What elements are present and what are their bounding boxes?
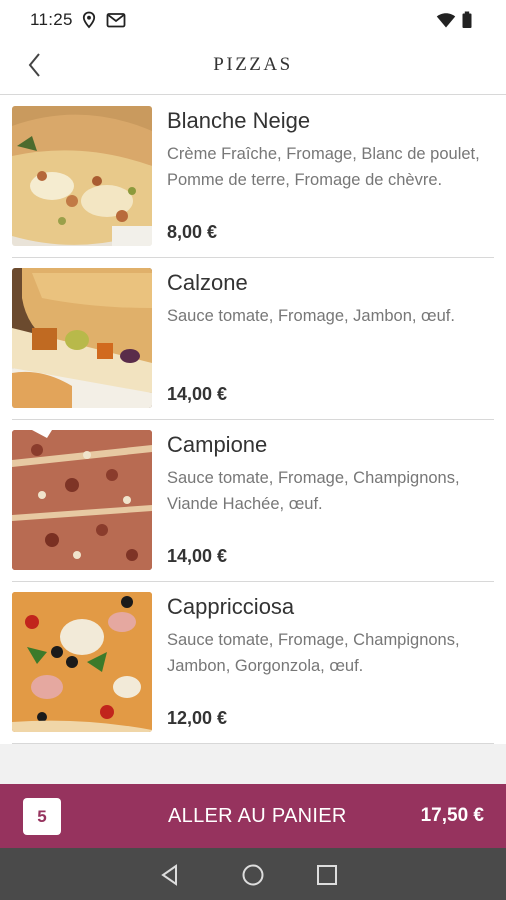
product-image-calzone [12,268,152,408]
product-image-campione [12,430,152,570]
list-item-campione[interactable]: Campione Sauce tomate, Fromage, Champign… [12,420,494,582]
product-name: Cappricciosa [167,594,295,619]
product-name: Campione [167,432,268,457]
product-description: Sauce tomate, Fromage, Champignons, Jamb… [167,631,460,675]
product-description: Sauce tomate, Fromage, Jambon, œuf. [167,307,455,325]
product-price: 12,00 € [167,708,228,728]
product-name: Calzone [167,270,248,295]
recents-square-icon[interactable] [314,862,340,888]
product-price: 8,00 € [167,222,218,242]
list-item-calzone[interactable]: Calzone Sauce tomate, Fromage, Jambon, œ… [12,258,494,420]
list-item-cappricciosa[interactable]: Cappricciosa Sauce tomate, Fromage, Cham… [12,582,494,744]
battery-icon [461,11,473,29]
app-header: PIZZAS [0,40,506,95]
product-list[interactable]: Blanche Neige Crème Fraîche, Fromage, Bl… [0,96,506,744]
status-time: 11:25 [30,10,73,29]
product-description: Sauce tomate, Fromage, Champignons, Vian… [167,469,460,513]
list-footer-background [0,744,506,784]
location-icon [80,11,98,29]
list-item-blanche-neige[interactable]: Blanche Neige Crème Fraîche, Fromage, Bl… [12,96,494,258]
product-description: Crème Fraîche, Fromage, Blanc de poulet,… [167,145,480,189]
cart-total: 17,50 € [420,805,484,826]
product-image-blanche-neige [12,106,152,246]
product-name: Blanche Neige [167,108,311,133]
product-price: 14,00 € [167,546,228,566]
cart-count-badge: 5 [23,798,61,835]
product-price: 14,00 € [167,384,228,404]
cart-label: ALLER AU PANIER [168,805,347,827]
status-bar: 11:25 [0,0,506,40]
wifi-icon [436,11,456,29]
gmail-icon [106,11,126,29]
go-to-cart-button[interactable]: 5 ALLER AU PANIER 17,50 € [0,784,506,848]
home-circle-icon[interactable] [240,862,266,888]
system-nav-bar [0,848,506,900]
back-triangle-icon[interactable] [157,862,183,888]
product-image-cappricciosa [12,592,152,732]
page-title: PIZZAS [213,54,293,75]
